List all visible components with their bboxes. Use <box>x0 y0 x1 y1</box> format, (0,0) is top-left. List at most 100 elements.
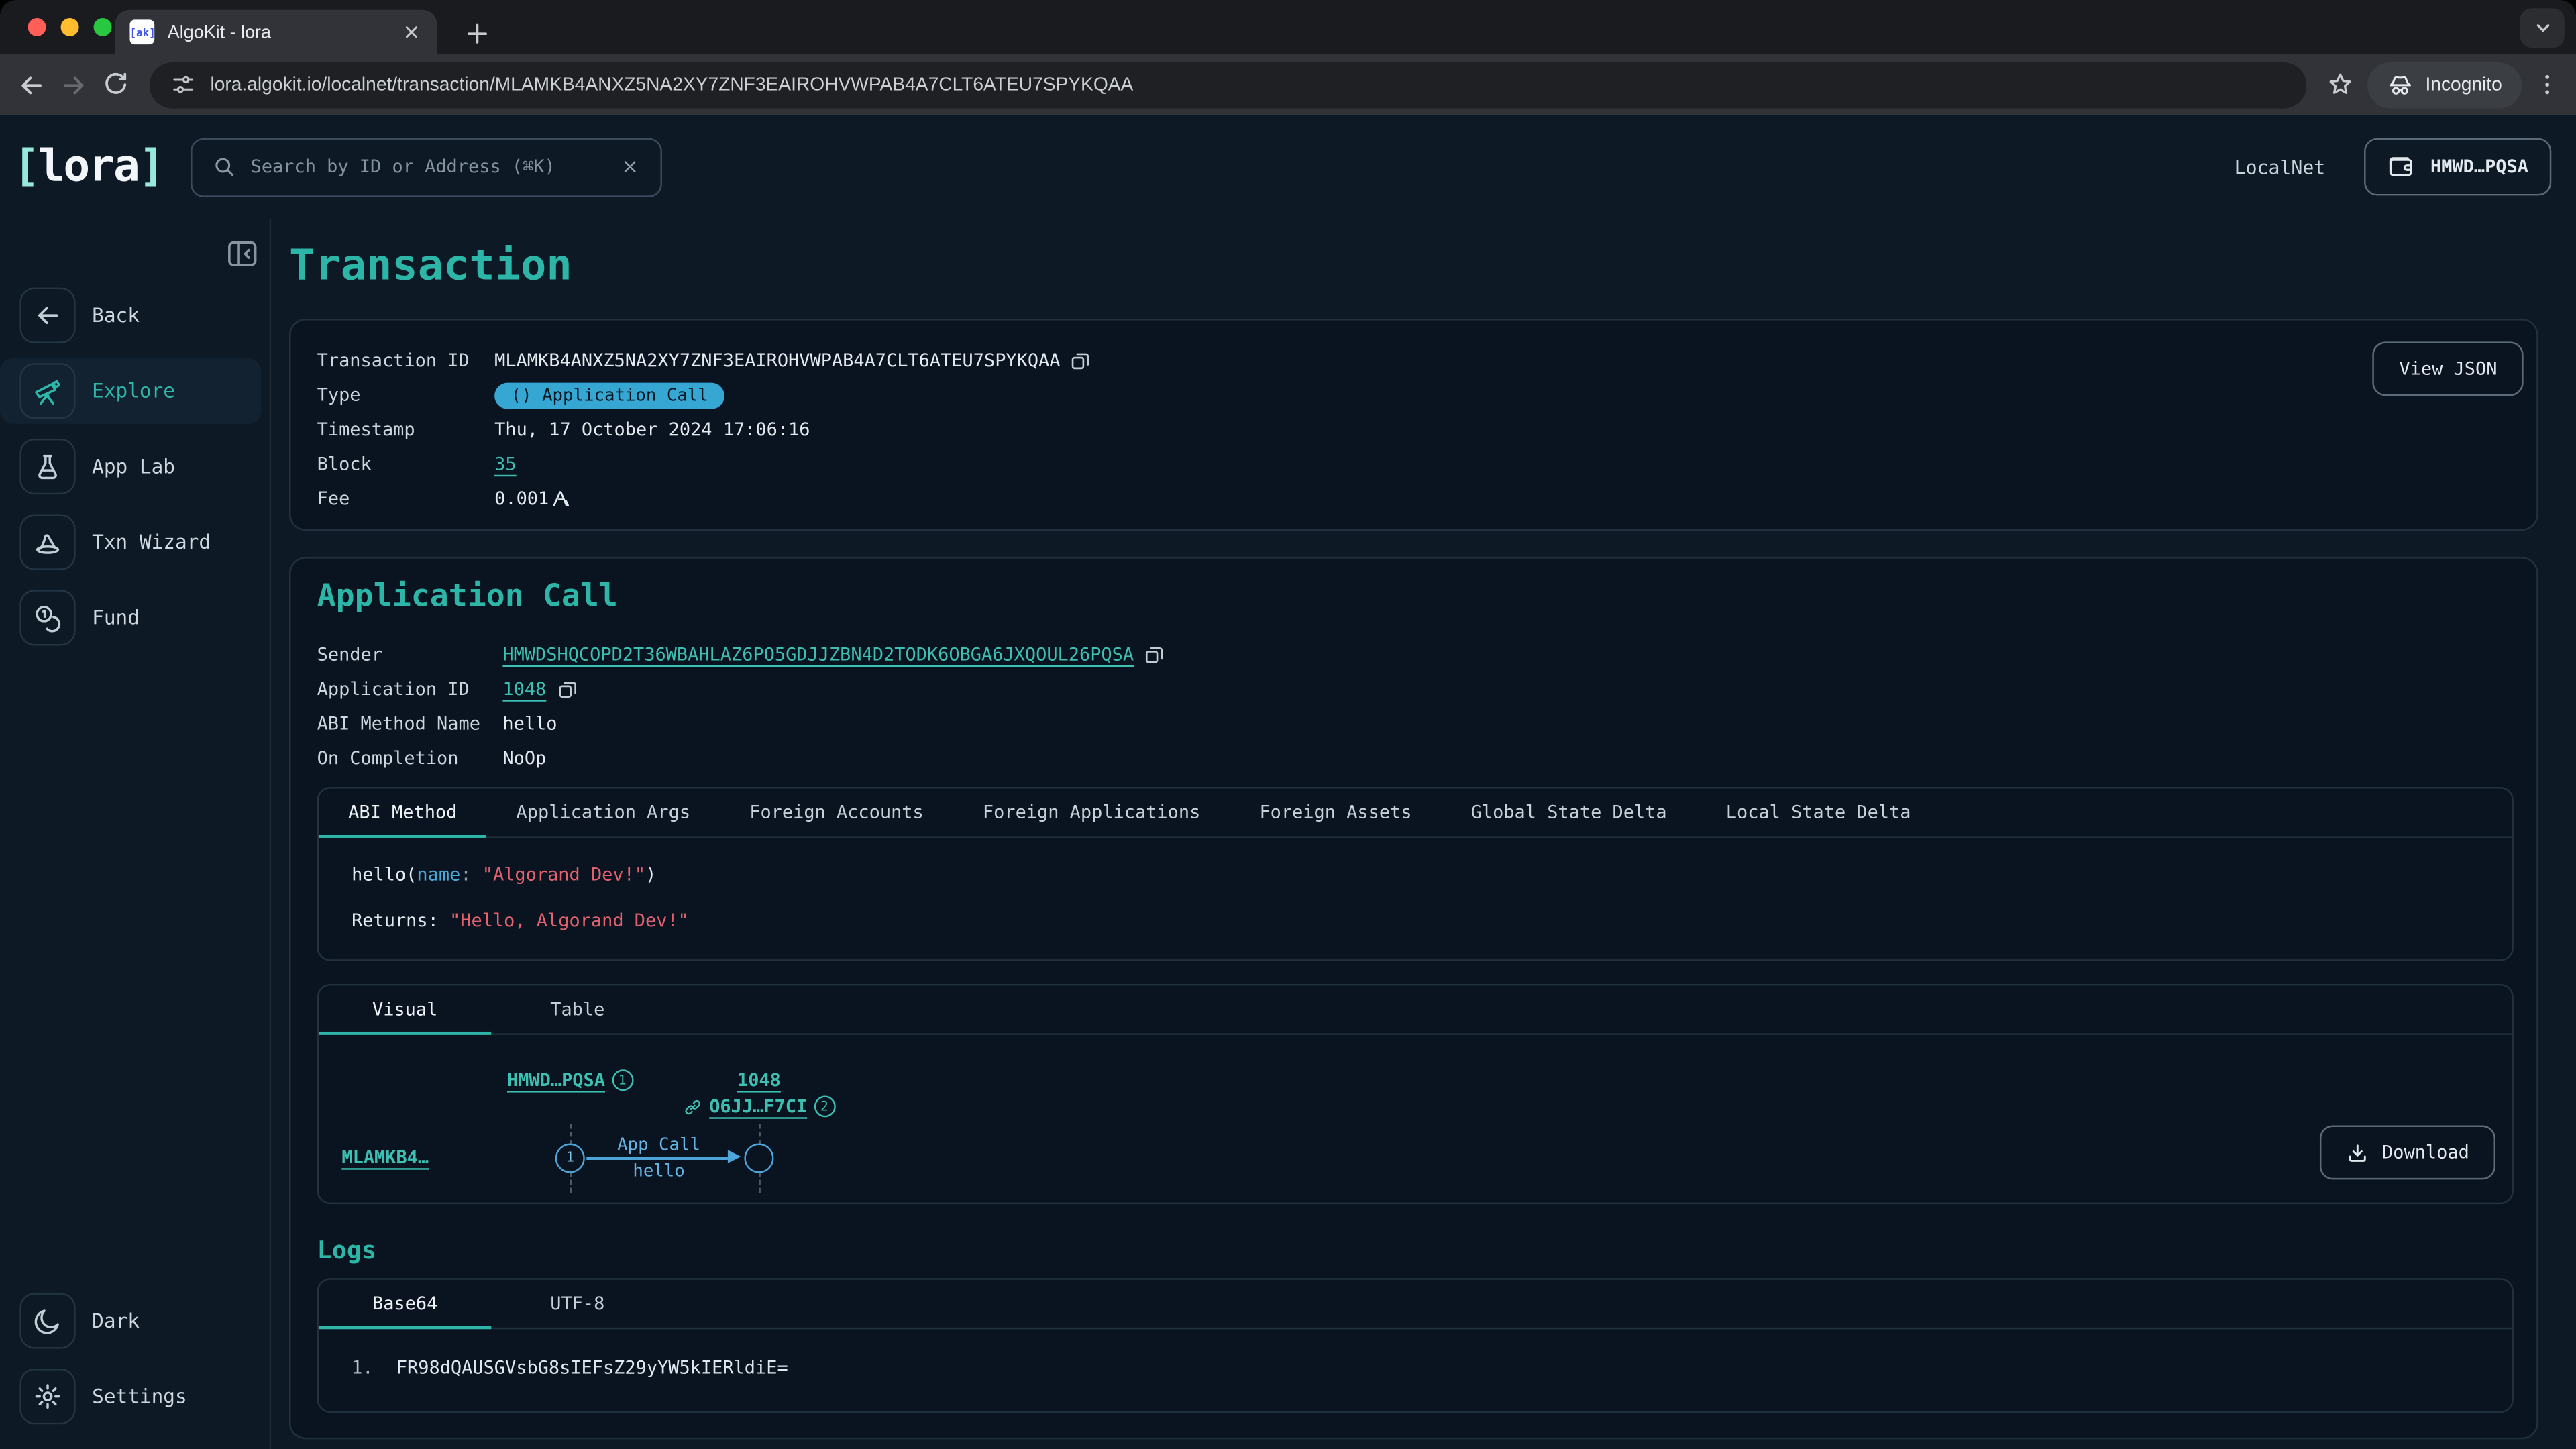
forward-icon[interactable] <box>59 70 89 99</box>
sidebar-item-fund[interactable]: Fund <box>0 585 270 651</box>
sidebar-item-txn-wizard[interactable]: Txn Wizard <box>0 509 270 575</box>
graph-sender-node[interactable]: 1 <box>555 1143 585 1173</box>
header-right: LocalNet HMWD…PQSA <box>2235 138 2552 196</box>
logs-card: Base64 UTF-8 1. FR98dQAUSGVsbG8sIEFsZ29y… <box>317 1278 2514 1413</box>
tab-foreign-assets[interactable]: Foreign Assets <box>1230 789 1441 837</box>
wallet-button[interactable]: HMWD…PQSA <box>2365 138 2551 196</box>
lora-logo[interactable]: [lora] <box>13 142 164 193</box>
application-id-link[interactable]: 1048 <box>502 672 546 706</box>
sender-link[interactable]: HMWDSHQCOPD2T36WBAHLAZ6PO5GDJJZBN4D2TODK… <box>502 637 1134 672</box>
network-label: LocalNet <box>2235 155 2326 178</box>
url-text: lora.algokit.io/localnet/transaction/MLA… <box>210 74 1133 94</box>
app-header: [lora] LocalNet HMWD…PQSA <box>0 115 2576 218</box>
new-tab-button[interactable] <box>464 19 492 48</box>
sidebar-item-theme[interactable]: Dark <box>0 1288 270 1354</box>
sidebar-footer: Dark Settings <box>0 1288 270 1430</box>
on-completion-label: On Completion <box>317 741 503 775</box>
graph-edge-label-type: App Call <box>617 1135 700 1155</box>
tab-foreign-accounts[interactable]: Foreign Accounts <box>720 789 953 837</box>
application-call-heading: Application Call <box>317 578 2514 614</box>
tab-close-icon[interactable] <box>401 21 423 43</box>
tab-visual[interactable]: Visual <box>319 985 491 1033</box>
visual-tabbar: Visual Table <box>319 985 2512 1034</box>
url-bar[interactable]: lora.algokit.io/localnet/transaction/MLA… <box>150 62 2307 108</box>
abi-colon: : <box>460 864 482 885</box>
tab-favicon: [ak] <box>129 19 154 44</box>
close-window-button[interactable] <box>28 18 46 36</box>
search-box[interactable] <box>190 137 661 196</box>
main-content: Transaction Transaction ID MLAMKB4ANXZ5N… <box>271 219 2576 1449</box>
sidebar-item-label: Settings <box>92 1385 187 1407</box>
download-icon <box>2346 1141 2369 1164</box>
copy-icon[interactable] <box>1070 349 1093 372</box>
flask-icon <box>19 439 75 494</box>
back-icon[interactable] <box>16 70 46 99</box>
sidebar-item-label: App Lab <box>92 455 175 478</box>
search-input[interactable] <box>251 156 604 178</box>
page-title: Transaction <box>289 241 2538 290</box>
tab-global-state-delta[interactable]: Global State Delta <box>1442 789 1697 837</box>
arrow-left-icon <box>19 288 75 343</box>
tab-strip: [ak] AlgoKit - lora <box>0 0 2576 54</box>
gear-icon <box>19 1368 75 1424</box>
tab-table[interactable]: Table <box>491 985 663 1033</box>
browser-menu-icon[interactable] <box>2535 72 2560 97</box>
zoom-window-button[interactable] <box>94 18 112 36</box>
reload-icon[interactable] <box>102 70 130 99</box>
sidebar-item-app-lab[interactable]: App Lab <box>0 434 270 500</box>
browser-window: [ak] AlgoKit - lora lora.algokit.io/loca <box>0 0 2576 1449</box>
graph-account-link[interactable]: HMWD…PQSA <box>507 1069 605 1091</box>
sidebar-item-label: Dark <box>92 1309 140 1332</box>
browser-tab[interactable]: [ak] AlgoKit - lora <box>115 10 437 54</box>
sender-label: Sender <box>317 637 503 672</box>
abi-returns-line: Returns: "Hello, Algorand Dev!" <box>352 910 2479 932</box>
application-call-card: Application Call Sender HMWDSHQCOPD2T36W… <box>289 557 2538 1439</box>
sidebar-item-label: Back <box>92 304 140 327</box>
logo-bracket-close: ] <box>138 142 163 193</box>
moon-icon <box>19 1293 75 1348</box>
graph-transaction-link[interactable]: MLAMKB4… <box>341 1146 429 1168</box>
logo-text: lora <box>38 142 138 193</box>
minimize-window-button[interactable] <box>61 18 79 36</box>
bookmark-star-icon[interactable] <box>2327 70 2355 99</box>
block-label: Block <box>317 447 494 481</box>
sidebar-item-explore[interactable]: Explore <box>0 358 261 424</box>
window-controls <box>28 18 112 36</box>
fee-value: 0.001 <box>494 482 549 516</box>
view-json-button[interactable]: View JSON <box>2373 341 2523 396</box>
tab-application-args[interactable]: Application Args <box>486 789 720 837</box>
browser-toolbar: lora.algokit.io/localnet/transaction/MLA… <box>0 54 2576 115</box>
block-link[interactable]: 35 <box>494 447 516 481</box>
transaction-id-label: Transaction ID <box>317 343 494 378</box>
tab-utf8[interactable]: UTF-8 <box>491 1280 663 1328</box>
application-id-label: Application ID <box>317 672 503 706</box>
graph-receiver-node[interactable] <box>744 1143 773 1173</box>
download-label: Download <box>2382 1142 2469 1163</box>
graph-app-account-header: O6JJ…F7CI 2 <box>683 1095 835 1117</box>
abi-method-signature: hello(name: "Algorand Dev!") <box>352 864 2479 885</box>
copy-icon[interactable] <box>556 678 579 700</box>
sidebar-item-back[interactable]: Back <box>0 282 270 348</box>
tab-search-button[interactable] <box>2520 8 2565 48</box>
tab-abi-method[interactable]: ABI Method <box>319 789 486 837</box>
sidebar-item-settings[interactable]: Settings <box>0 1364 270 1430</box>
sidebar-collapse-icon[interactable] <box>223 235 260 271</box>
graph-account-header: HMWD…PQSA 1 <box>507 1069 633 1091</box>
on-completion-value: NoOp <box>502 741 546 775</box>
tab-base64[interactable]: Base64 <box>319 1280 491 1328</box>
graph-app-account-link[interactable]: O6JJ…F7CI <box>709 1095 807 1117</box>
abi-arg-value: "Algorand Dev!" <box>482 864 645 885</box>
sidebar-item-label: Fund <box>92 606 140 629</box>
tab-foreign-applications[interactable]: Foreign Applications <box>953 789 1230 837</box>
graph-application-link[interactable]: 1048 <box>737 1069 781 1091</box>
fee-label: Fee <box>317 482 494 516</box>
copy-icon[interactable] <box>1144 643 1167 666</box>
abi-method-name-value: hello <box>502 706 557 741</box>
site-info-icon[interactable] <box>171 72 196 97</box>
abi-close-paren: ) <box>645 864 656 885</box>
timestamp-value: Thu, 17 October 2024 17:06:16 <box>494 413 810 447</box>
download-button[interactable]: Download <box>2320 1126 2496 1180</box>
timestamp-label: Timestamp <box>317 413 494 447</box>
tab-local-state-delta[interactable]: Local State Delta <box>1697 789 1941 837</box>
search-clear-icon[interactable] <box>619 156 640 178</box>
